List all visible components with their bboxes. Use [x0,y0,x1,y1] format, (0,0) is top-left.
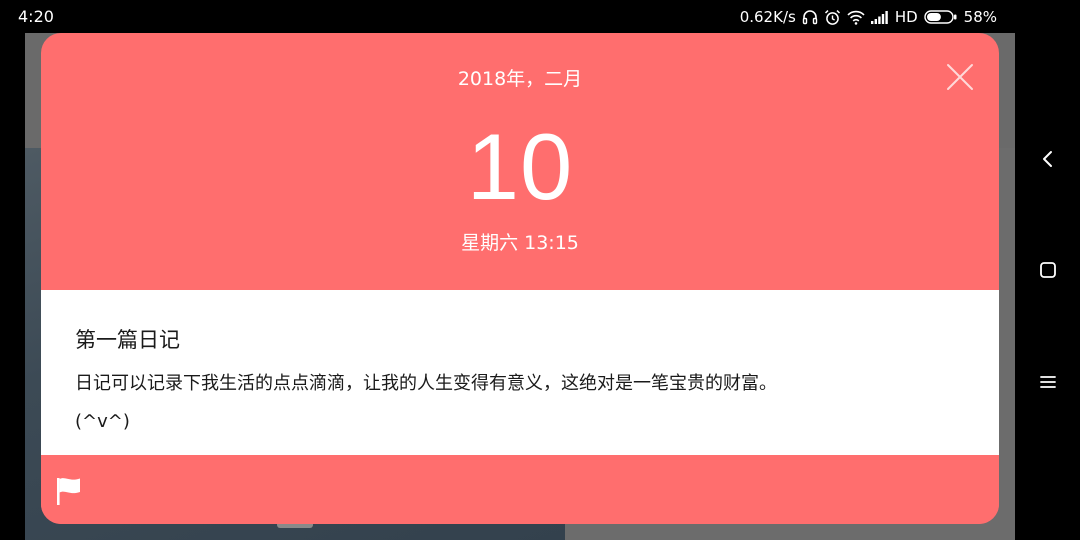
wifi-icon [847,10,865,25]
dialog-footer [41,455,999,524]
status-time: 4:20 [18,7,54,26]
weekday-time-label: 星期六 13:15 [461,232,579,254]
month-year-label: 2018年，二月 [457,68,583,90]
alarm-icon [824,9,841,26]
status-bar: 4:20 0.62K/s HD 58% [0,0,1015,33]
diary-entry[interactable]: 第一篇日记 日记可以记录下我生活的点点滴滴，让我的人生变得有意义，这绝对是一笔宝… [41,290,999,455]
battery-percent: 58% [963,8,997,26]
entry-text: 日记可以记录下我生活的点点滴滴，让我的人生变得有意义，这绝对是一笔宝贵的财富。 [75,373,777,394]
diary-dialog: 2018年，二月 10 星期六 13:15 第一篇日记 日记可以记录下我生活的点… [41,33,999,524]
battery-icon [923,10,958,24]
signal-icon [870,10,889,24]
back-button[interactable] [1035,146,1061,172]
headphones-icon [802,9,818,25]
flag-icon [57,478,80,505]
network-type: HD [894,8,918,26]
entry-title: 第一篇日记 [75,328,180,352]
home-icon [1040,262,1056,278]
navigation-bar [1015,0,1080,540]
dialog-header: 2018年，二月 10 星期六 13:15 [41,33,999,290]
back-icon [1043,151,1052,167]
network-speed: 0.62K/s [739,8,796,26]
entry-emoticon: (^v^) [75,411,130,432]
flag-button[interactable] [55,476,83,506]
menu-icon [1040,376,1056,388]
home-button[interactable] [1035,257,1061,283]
status-indicators: 0.62K/s HD 58% [740,6,997,28]
day-number: 10 [466,114,574,219]
close-button[interactable] [945,62,975,92]
menu-button[interactable] [1035,369,1061,395]
battery-indicator: 58% [923,8,997,26]
close-icon [947,64,973,90]
